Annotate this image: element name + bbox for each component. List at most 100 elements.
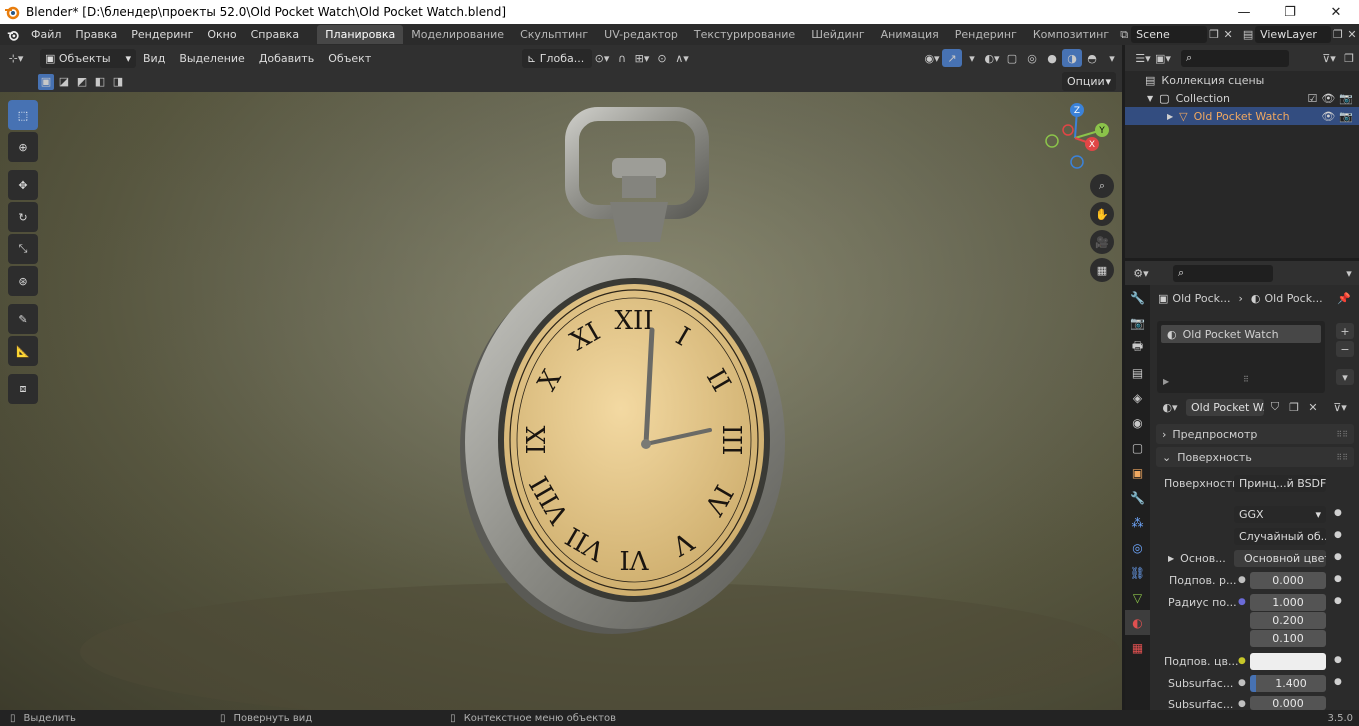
modifier-tab-icon[interactable]: 🔧 — [1125, 485, 1150, 510]
navigation-gizmo[interactable]: Z Y X — [1040, 100, 1110, 170]
menu-help[interactable]: Справка — [244, 24, 306, 45]
tab-texture-paint[interactable]: Текстурирование — [686, 25, 803, 44]
pan-hand-icon[interactable]: ✋ — [1090, 202, 1114, 226]
transform-orientation-select[interactable]: ⊾ Глоба... — [522, 48, 592, 68]
duplicate-material-icon[interactable]: ❐ — [1286, 398, 1302, 416]
scale-tool[interactable]: ⤡ — [8, 234, 38, 264]
subsurface-color-swatch[interactable] — [1250, 653, 1326, 670]
material-tab-icon[interactable]: ◐ — [1125, 610, 1150, 635]
gizmo-dropdown-icon[interactable]: ▾ — [962, 49, 982, 67]
unlink-material-icon[interactable]: ✕ — [1305, 398, 1321, 416]
drag-handle-icon[interactable]: ⠿⠿ — [1336, 453, 1348, 462]
data-tab-icon[interactable]: ▽ — [1125, 585, 1150, 610]
surface-panel-header[interactable]: ⌄ Поверхность ⠿⠿ — [1156, 447, 1354, 467]
wireframe-shading-icon[interactable]: ◎ — [1022, 49, 1042, 67]
object-tab-icon[interactable]: ▣ — [1125, 460, 1150, 485]
pivot-icon[interactable]: ⊙▾ — [592, 49, 612, 67]
cursor-tool[interactable]: ⊕ — [8, 132, 38, 162]
link-mode-icon[interactable]: ⊽▾ — [1327, 398, 1353, 416]
tab-shading[interactable]: Шейдинг — [803, 25, 872, 44]
view-layer-tab-icon[interactable]: ▤ — [1125, 360, 1150, 385]
slot-specials-icon[interactable]: ▾ — [1336, 369, 1354, 385]
subsurface-ior-field[interactable]: 1.400 — [1250, 675, 1326, 692]
select-box-tool[interactable]: ⬚ — [8, 100, 38, 130]
delete-view-layer-icon[interactable]: ✕ — [1345, 26, 1359, 44]
scene-field[interactable]: Scene — [1131, 26, 1208, 43]
visibility-eye-icon[interactable]: 👁 — [1321, 92, 1335, 105]
visibility-icon[interactable]: ◉▾ — [922, 49, 942, 67]
move-tool[interactable]: ✥ — [8, 170, 38, 200]
radius-z-field[interactable]: 0.100 — [1250, 630, 1326, 647]
constraints-tab-icon[interactable]: ⛓ — [1125, 560, 1150, 585]
material-slots-list[interactable]: ◐ Old Pocket Watch ▶ ⠿ — [1157, 321, 1325, 393]
select-intersect-icon[interactable]: ◨ — [110, 74, 126, 90]
subsurface-method-select[interactable]: Случайный об... ▾ — [1234, 528, 1326, 545]
solid-shading-icon[interactable]: ● — [1042, 49, 1062, 67]
transform-tool[interactable]: ⊛ — [8, 266, 38, 296]
texture-tab-icon[interactable]: ▦ — [1125, 635, 1150, 660]
tab-sculpting[interactable]: Скульптинг — [512, 25, 596, 44]
filter-icon[interactable]: ⊽▾ — [1319, 49, 1339, 67]
tab-uv-editing[interactable]: UV-редактор — [596, 25, 686, 44]
select-new-icon[interactable]: ▣ — [38, 73, 54, 90]
properties-search-input[interactable]: ⌕ — [1173, 264, 1273, 282]
render-camera-icon[interactable]: 📷 — [1339, 92, 1353, 105]
blender-menu-icon[interactable] — [6, 27, 20, 43]
material-shading-icon[interactable]: ◑ — [1062, 49, 1082, 67]
base-color-field[interactable]: Основной цвет — [1234, 550, 1326, 567]
outliner-editor-icon[interactable]: ☰▾ — [1133, 49, 1153, 67]
tab-animation[interactable]: Анимация — [873, 25, 947, 44]
mode-select[interactable]: ▣ Объекты ▾ — [40, 48, 136, 68]
select-subtract-icon[interactable]: ◩ — [74, 74, 90, 90]
menu-render[interactable]: Рендеринг — [124, 24, 200, 45]
display-mode-icon[interactable]: ▣▾ — [1153, 49, 1173, 67]
radius-y-field[interactable]: 0.200 — [1250, 612, 1326, 629]
expand-arrow-icon[interactable]: ▶ — [1163, 377, 1169, 386]
material-slot-row[interactable]: ◐ Old Pocket Watch — [1161, 325, 1321, 343]
measure-tool[interactable]: 📐 — [8, 336, 38, 366]
radius-x-field[interactable]: 1.000 — [1250, 594, 1326, 611]
close-button[interactable]: ✕ — [1313, 0, 1359, 24]
delete-scene-icon[interactable]: ✕ — [1221, 26, 1235, 44]
menu-edit[interactable]: Правка — [68, 24, 124, 45]
preview-panel-header[interactable]: › Предпросмотр ⠿⠿ — [1156, 424, 1354, 444]
maximize-button[interactable]: ❐ — [1267, 0, 1313, 24]
overlay-icon[interactable]: ◐▾ — [982, 49, 1002, 67]
menu-view[interactable]: Вид — [136, 48, 172, 69]
browse-material-icon[interactable]: ◐▾ — [1157, 398, 1183, 416]
falloff-icon[interactable]: ∧▾ — [672, 49, 692, 67]
output-tab-icon[interactable]: 🖶 — [1125, 335, 1150, 360]
rotate-tool[interactable]: ↻ — [8, 202, 38, 232]
select-extend-icon[interactable]: ◪ — [56, 74, 72, 90]
snap-target-icon[interactable]: ⊞▾ — [632, 49, 652, 67]
menu-select[interactable]: Выделение — [172, 48, 252, 69]
annotate-tool[interactable]: ✎ — [8, 304, 38, 334]
xray-icon[interactable]: ▢ — [1002, 49, 1022, 67]
render-tab-icon[interactable]: 📷 — [1125, 310, 1150, 335]
view-layer-icon[interactable]: ▤ — [1241, 26, 1255, 44]
properties-options-icon[interactable]: ▾ — [1339, 264, 1359, 282]
gizmo-toggle-icon[interactable]: ↗ — [942, 49, 962, 67]
minimize-button[interactable]: — — [1221, 0, 1267, 24]
pin-icon[interactable]: 📌 — [1337, 292, 1351, 305]
fake-user-shield-icon[interactable]: ⛉ — [1267, 398, 1283, 416]
tab-rendering[interactable]: Рендеринг — [947, 25, 1025, 44]
drag-handle-icon[interactable]: ⠿⠿ — [1336, 430, 1348, 439]
menu-object[interactable]: Объект — [321, 48, 378, 69]
3d-viewport[interactable]: XII I II III IV V VI VII VIII IX X XI ⬚ ⊕ ✥ ↻ ⤡ ⊛ ✎… — [0, 92, 1122, 710]
zoom-icon[interactable]: ⌕ — [1090, 174, 1114, 198]
remove-slot-button[interactable]: − — [1336, 341, 1354, 357]
menu-file[interactable]: Файл — [24, 24, 68, 45]
object-row[interactable]: ▶ ▽ Old Pocket Watch 👁 📷 — [1125, 107, 1359, 125]
resize-handle-icon[interactable]: ⠿ — [1243, 375, 1249, 384]
proportional-edit-icon[interactable]: ⊙ — [652, 49, 672, 67]
world-tab-icon[interactable]: ◉ — [1125, 410, 1150, 435]
scene-icon[interactable]: ⧉ — [1117, 26, 1131, 44]
tab-compositing[interactable]: Композитинг — [1025, 25, 1117, 44]
tab-modeling[interactable]: Моделирование — [403, 25, 512, 44]
distribution-select[interactable]: GGX ▾ — [1234, 506, 1326, 523]
scene-collection-row[interactable]: ▤ Коллекция сцены — [1125, 71, 1359, 89]
surface-shader-field[interactable]: Принц...й BSDF — [1234, 475, 1326, 492]
expand-arrow-icon[interactable]: ▶ — [1168, 554, 1174, 563]
material-name-field[interactable]: Old Pocket W... — [1186, 398, 1264, 416]
